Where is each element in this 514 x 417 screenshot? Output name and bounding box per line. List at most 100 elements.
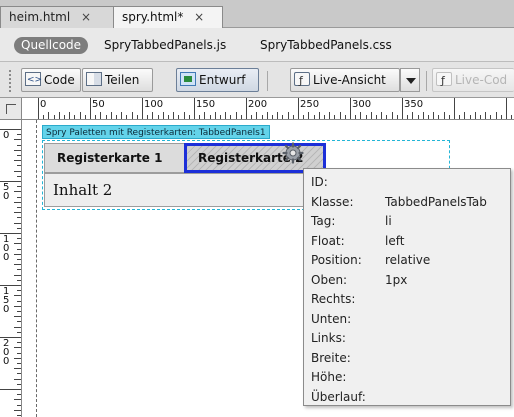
ruler-tick (277, 112, 279, 119)
ruler-label: 250 (300, 99, 320, 110)
ruler-tick (17, 342, 21, 344)
ruler-tick (74, 115, 76, 119)
ruler-label: 100 (3, 234, 10, 263)
ruler-tick (14, 160, 21, 162)
ruler-tick (485, 112, 487, 119)
toolbar-separator (267, 71, 268, 91)
ruler-tick (14, 368, 21, 370)
ruler-tick (230, 115, 232, 119)
ruler-guide-line[interactable] (36, 120, 37, 417)
tooltip-key: Tag: (311, 214, 336, 228)
code-view-button[interactable]: Code (21, 68, 81, 92)
ruler-tick (14, 264, 21, 266)
ruler-tick (17, 217, 21, 219)
tooltip-key: Float: (311, 233, 345, 248)
related-file-js[interactable]: SpryTabbedPanels.js (104, 37, 226, 54)
ruler-tick (162, 112, 164, 119)
ruler-tick (84, 115, 86, 119)
ruler-tick (168, 115, 169, 119)
registerkarte-1-tab[interactable]: Registerkarte 1 (44, 143, 188, 173)
toolbar-grip[interactable] (9, 70, 15, 92)
ruler-tick (355, 115, 357, 119)
tab-label: heim.html (9, 10, 71, 24)
ruler-tick (64, 115, 65, 119)
ruler-label: 350 (404, 99, 424, 110)
ruler-tick (339, 112, 341, 119)
ruler-tick (14, 305, 21, 307)
tooltip-key: Rechts: (311, 292, 356, 306)
live-view-dropdown-button[interactable] (400, 68, 420, 92)
vertical-ruler[interactable]: 0 50 100 150 200 (0, 120, 22, 417)
ruler-tick (136, 115, 138, 119)
tooltip-row: Breite: (311, 349, 510, 369)
ruler-tick (43, 115, 45, 119)
ruler-tick (235, 112, 237, 119)
close-icon[interactable]: × (194, 10, 204, 24)
ruler-tick (402, 98, 403, 119)
live-view-button[interactable]: Live-Ansicht (290, 68, 400, 92)
ruler-tick (454, 98, 455, 119)
ruler-tick (448, 115, 450, 119)
ruler-tick (183, 112, 185, 119)
ruler-tick (105, 115, 107, 119)
tab-spry-html[interactable]: spry.html* × (113, 6, 223, 29)
spry-widget-label[interactable]: Spry Paletten mit Registerkarten: Tabbed… (42, 125, 270, 139)
ruler-tick (500, 115, 502, 119)
tooltip-row: Links: (311, 329, 510, 349)
ruler-tick (14, 212, 21, 214)
ruler-tick (459, 115, 461, 119)
ruler-tick (272, 115, 273, 119)
ruler-tick (17, 165, 21, 167)
ruler-tick (334, 115, 336, 119)
ruler-tick (14, 316, 21, 318)
ruler-tick (17, 248, 21, 250)
ruler-tick (381, 112, 383, 119)
ruler-tick (173, 112, 175, 119)
ruler-tick (350, 98, 351, 119)
ruler-tick (209, 115, 211, 119)
ruler-tick (246, 98, 247, 119)
design-view-button[interactable]: Entwurf (176, 68, 259, 92)
ruler-tick (412, 112, 414, 119)
ruler-tick (318, 112, 320, 119)
ruler-tick (17, 144, 21, 146)
ruler-tick (365, 115, 367, 119)
ruler-tick (199, 115, 201, 119)
horizontal-ruler[interactable]: 0 50 100 150 200 250 300 350 (0, 98, 514, 120)
tab-heim-html[interactable]: heim.html × (0, 6, 114, 28)
ruler-tick (14, 139, 21, 141)
gear-icon[interactable] (281, 142, 305, 164)
ruler-tick (298, 98, 299, 119)
tooltip-key: Überlauf: (311, 389, 366, 404)
ruler-tick (344, 115, 346, 119)
tooltip-key: Breite: (311, 350, 351, 365)
live-view-icon (294, 70, 310, 92)
ruler-tick (428, 115, 429, 119)
ruler-tick (256, 112, 258, 119)
ruler-tick (360, 112, 362, 119)
ruler-tick (152, 112, 154, 119)
close-icon[interactable]: × (81, 10, 91, 24)
ruler-tick (178, 115, 180, 119)
tooltip-value: li (385, 214, 392, 228)
ruler-tick (17, 352, 21, 354)
ruler-tick (69, 112, 71, 119)
ruler-tick (14, 201, 21, 203)
tooltip-row: Unten: (311, 310, 510, 330)
ruler-label: 300 (352, 99, 372, 110)
source-code-button[interactable]: Quellcode (14, 37, 89, 54)
ruler-tick (17, 269, 21, 271)
live-code-button[interactable]: Live-Cod (432, 68, 514, 92)
tooltip-row: Höhe: (311, 368, 510, 388)
ruler-tick (292, 115, 294, 119)
ruler-tick (443, 112, 445, 119)
ruler-origin-corner[interactable] (0, 98, 22, 120)
ruler-tick (147, 115, 149, 119)
element-inspector-tooltip: ID: Klasse: TabbedPanelsTab Tag: li Float: lef… (303, 168, 511, 406)
related-file-css[interactable]: SpryTabbedPanels.css (260, 37, 392, 54)
split-view-button[interactable]: Teilen (82, 68, 153, 92)
tooltip-row: Rechts: (311, 290, 510, 310)
tooltip-key: Höhe: (311, 370, 347, 384)
tooltip-value: TabbedPanelsTab (385, 194, 487, 209)
ruler-tick (490, 115, 492, 119)
